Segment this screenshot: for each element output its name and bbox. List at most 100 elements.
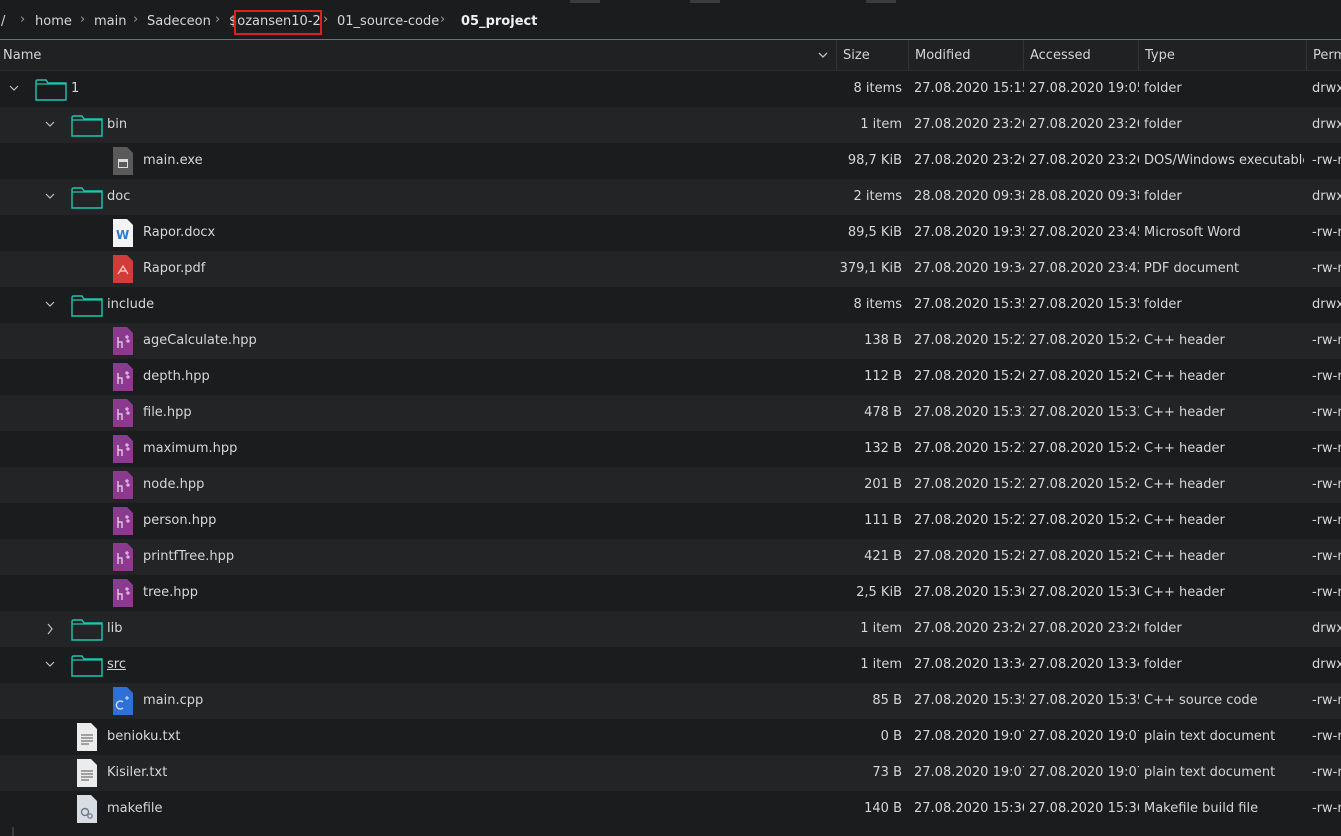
file-row[interactable]: file.hpp 478 B 27.08.2020 15:31 27.08.2020 …	[0, 395, 1341, 431]
column-size[interactable]: Size	[836, 40, 908, 70]
file-name[interactable]: benioku.txt	[107, 719, 180, 755]
file-size: 379,1 KiB	[839, 261, 902, 276]
file-row[interactable]: printfTree.hpp 421 B 27.08.2020 15:28 27.08…	[0, 539, 1341, 575]
file-type: PDF document	[1144, 261, 1240, 276]
chevron-right-icon[interactable]	[44, 611, 56, 647]
file-name[interactable]: Rapor.docx	[143, 215, 215, 251]
chevron-down-icon[interactable]	[44, 647, 56, 683]
file-type: C++ header	[1144, 405, 1225, 420]
file-name[interactable]: person.hpp	[143, 503, 216, 539]
file-name[interactable]: Kisiler.txt	[107, 755, 167, 791]
file-name[interactable]: node.hpp	[143, 467, 204, 503]
breadcrumb-root[interactable]: /	[1, 14, 5, 29]
modified-date: 27.08.2020 15:22	[914, 477, 1024, 492]
accessed-date: 27.08.2020 15:24	[1029, 513, 1139, 528]
column-permissions[interactable]: Perm	[1306, 40, 1341, 70]
permissions: -rw-r	[1312, 153, 1341, 168]
column-modified[interactable]: Modified	[908, 40, 1023, 70]
permissions: drwx	[1312, 81, 1341, 96]
chevron-down-icon[interactable]	[44, 107, 56, 143]
column-accessed[interactable]: Accessed	[1023, 40, 1138, 70]
file-row[interactable]: makefile 140 B 27.08.2020 15:36 27.08.2020 …	[0, 791, 1341, 827]
column-type[interactable]: Type	[1138, 40, 1306, 70]
file-row[interactable]: Rapor.pdf 379,1 KiB 27.08.2020 19:34 27.08.…	[0, 251, 1341, 287]
file-name[interactable]: src	[107, 647, 126, 683]
cpp-header-icon	[113, 543, 133, 571]
file-row[interactable]: tree.hpp 2,5 KiB 27.08.2020 15:30 27.08.202…	[0, 575, 1341, 611]
file-row[interactable]: node.hpp 201 B 27.08.2020 15:22 27.08.2020 …	[0, 467, 1341, 503]
breadcrumb-item-current[interactable]: 05_project	[461, 14, 537, 29]
cpp-header-icon	[113, 579, 133, 607]
chevron-down-icon[interactable]	[818, 50, 828, 60]
file-name[interactable]: ageCalculate.hpp	[143, 323, 257, 359]
file-row[interactable]: W Rapor.docx 89,5 KiB 27.08.2020 19:35 27.08…	[0, 215, 1341, 251]
accessed-date: 27.08.2020 19:07	[1029, 765, 1139, 780]
file-name[interactable]: Rapor.pdf	[143, 251, 205, 287]
chevron-right-icon: ›	[215, 12, 221, 27]
column-accessed-label: Accessed	[1030, 48, 1091, 63]
file-row[interactable]: depth.hpp 112 B 27.08.2020 15:26 27.08.2020…	[0, 359, 1341, 395]
file-type: folder	[1144, 621, 1182, 636]
modified-date: 27.08.2020 15:31	[914, 405, 1024, 420]
cpp-header-icon	[113, 507, 133, 535]
file-row[interactable]: person.hpp 111 B 27.08.2020 15:22 27.08.202…	[0, 503, 1341, 539]
permissions: drwx	[1312, 189, 1341, 204]
permissions: -rw-r	[1312, 369, 1341, 384]
permissions: -rw-r	[1312, 441, 1341, 456]
folder-row[interactable]: lib 1 item 27.08.2020 23:26 27.08.2020 23:2…	[0, 611, 1341, 647]
chevron-right-icon: ›	[133, 12, 139, 27]
file-row[interactable]: ageCalculate.hpp 138 B 27.08.2020 15:22 27.…	[0, 323, 1341, 359]
file-name[interactable]: depth.hpp	[143, 359, 210, 395]
chevron-down-icon[interactable]	[44, 179, 56, 215]
breadcrumb-item-source-code[interactable]: 01_source-code	[337, 14, 439, 29]
permissions: drwx	[1312, 657, 1341, 672]
file-row[interactable]: maximum.hpp 132 B 27.08.2020 15:23 27.08.20…	[0, 431, 1341, 467]
file-name[interactable]: lib	[107, 611, 122, 647]
file-type: folder	[1144, 117, 1182, 132]
highlight-box	[234, 10, 322, 35]
file-row[interactable]: main.cpp 85 B 27.08.2020 15:35 27.08.2020 1…	[0, 683, 1341, 719]
modified-date: 27.08.2020 15:30	[914, 585, 1024, 600]
file-name[interactable]: main.cpp	[143, 683, 203, 719]
file-name[interactable]: 1	[71, 71, 79, 107]
file-type: C++ header	[1144, 477, 1225, 492]
file-type: C++ header	[1144, 369, 1225, 384]
breadcrumb-item-sadeceon[interactable]: Sadeceon	[147, 14, 211, 29]
breadcrumb-item-main[interactable]: main	[94, 14, 126, 29]
file-type: Microsoft Word	[1144, 225, 1241, 240]
file-type: C++ header	[1144, 333, 1225, 348]
file-row[interactable]: main.exe 98,7 KiB 27.08.2020 23:26 27.08.20…	[0, 143, 1341, 179]
file-name[interactable]: bin	[107, 107, 127, 143]
cpp-header-icon	[113, 471, 133, 499]
cpp-header-icon	[113, 363, 133, 391]
column-size-label: Size	[843, 48, 870, 63]
column-name[interactable]: Name	[0, 40, 836, 70]
folder-row[interactable]: 1 8 items 27.08.2020 15:15 27.08.2020 19:05…	[0, 71, 1341, 107]
modified-date: 27.08.2020 15:22	[914, 333, 1024, 348]
file-name[interactable]: file.hpp	[143, 395, 192, 431]
accessed-date: 28.08.2020 09:38	[1029, 189, 1139, 204]
file-name[interactable]: main.exe	[143, 143, 203, 179]
file-type: folder	[1144, 81, 1182, 96]
folder-row[interactable]: src 1 item 27.08.2020 13:34 27.08.2020 13:3…	[0, 647, 1341, 683]
folder-row[interactable]: include 8 items 27.08.2020 15:35 27.08.2020…	[0, 287, 1341, 323]
file-name[interactable]: printfTree.hpp	[143, 539, 234, 575]
file-row[interactable]: benioku.txt 0 B 27.08.2020 19:07 27.08.2020…	[0, 719, 1341, 755]
file-name[interactable]: tree.hpp	[143, 575, 198, 611]
file-name[interactable]: makefile	[107, 791, 163, 827]
folder-row[interactable]: bin 1 item 27.08.2020 23:26 27.08.2020 23:2…	[0, 107, 1341, 143]
file-size: 1 item	[860, 621, 902, 636]
file-size: 111 B	[864, 513, 902, 528]
chevron-down-icon[interactable]	[8, 71, 20, 107]
chevron-down-icon[interactable]	[44, 287, 56, 323]
file-name[interactable]: maximum.hpp	[143, 431, 237, 467]
file-size: 132 B	[864, 441, 902, 456]
breadcrumb-item-home[interactable]: home	[35, 14, 72, 29]
file-name[interactable]: doc	[107, 179, 130, 215]
folder-row[interactable]: doc 2 items 28.08.2020 09:38 28.08.2020 09:…	[0, 179, 1341, 215]
file-size: 98,7 KiB	[847, 153, 902, 168]
file-name[interactable]: include	[107, 287, 154, 323]
file-row[interactable]: Kisiler.txt 73 B 27.08.2020 19:07 27.08.202…	[0, 755, 1341, 791]
breadcrumb: / › home › main › Sadeceon › $ozansen10-…	[0, 0, 1341, 40]
file-size: 8 items	[853, 81, 902, 96]
